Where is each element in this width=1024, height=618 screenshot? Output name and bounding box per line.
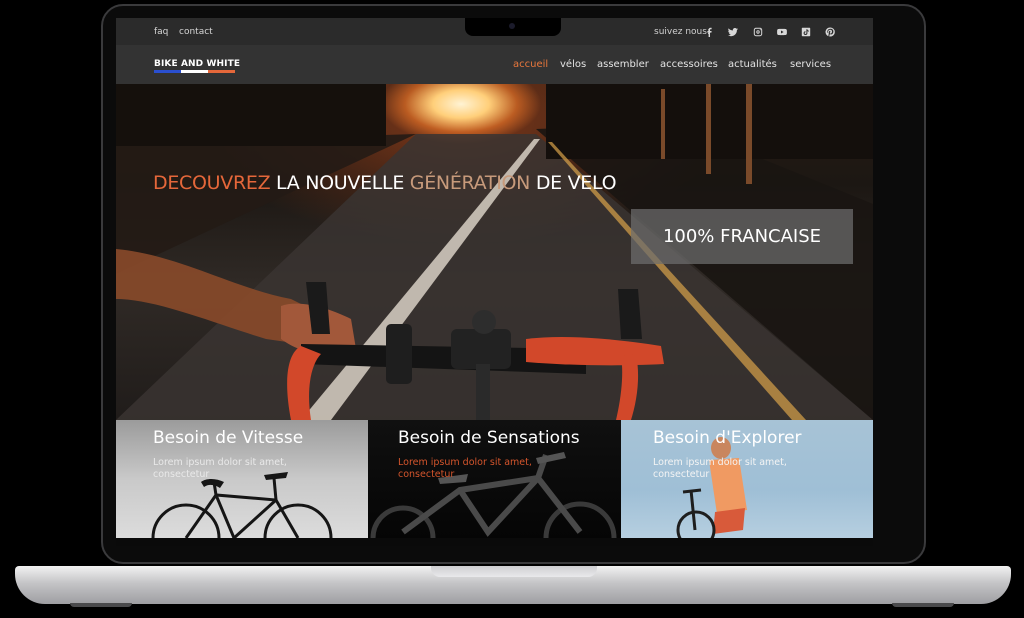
hero-headline-bike: DE VELO (530, 172, 617, 194)
nav-item-assembler[interactable]: assembler (597, 59, 649, 70)
laptop-foot-left (70, 603, 132, 607)
webcam-icon (509, 23, 515, 29)
nav-item-actualites[interactable]: actualités (728, 59, 777, 70)
tiktok-icon[interactable] (800, 26, 811, 37)
screen-bezel-bottom (116, 538, 873, 546)
card-title: Besoin d'Explorer (653, 428, 802, 448)
card-text: Lorem ipsum dolor sit amet, consectetur (153, 457, 287, 480)
nav-item-velos[interactable]: vélos (560, 59, 586, 70)
pinterest-icon[interactable] (824, 26, 835, 37)
camera-notch (465, 18, 561, 36)
nav-item-services[interactable]: services (790, 59, 831, 70)
hero-headline: DECOUVREZ LA NOUVELLE GÉNÉRATION DE VELO (153, 172, 617, 194)
nav-item-accessoires[interactable]: accessoires (660, 59, 718, 70)
main-navbar: BIKE AND WHITE accueil vélos assembler a… (116, 45, 873, 84)
instagram-icon[interactable] (752, 26, 763, 37)
faq-link[interactable]: faq (154, 27, 168, 37)
nav-item-accueil[interactable]: accueil (513, 59, 548, 70)
hero-banner: DECOUVREZ LA NOUVELLE GÉNÉRATION DE VELO… (116, 84, 873, 420)
made-in-france-badge: 100% FRANCAISE (631, 209, 853, 264)
twitter-icon[interactable] (727, 26, 738, 37)
youtube-icon[interactable] (776, 26, 787, 37)
logo-tricolor-bar (154, 70, 235, 73)
logo-bar-blue (154, 70, 181, 73)
card-text: Lorem ipsum dolor sit amet, consectetur (653, 457, 787, 480)
laptop-foot-right (892, 603, 954, 607)
contact-link[interactable]: contact (179, 27, 213, 37)
category-cards: Besoin de Vitesse Lorem ipsum dolor sit … (116, 420, 873, 538)
brand-logo[interactable]: BIKE AND WHITE (154, 59, 240, 69)
facebook-icon[interactable] (703, 26, 714, 37)
card-sensations[interactable]: Besoin de Sensations Lorem ipsum dolor s… (368, 420, 621, 538)
hero-headline-new: LA NOUVELLE (270, 172, 410, 194)
hero-headline-generation: GÉNÉRATION (409, 172, 531, 194)
card-vitesse[interactable]: Besoin de Vitesse Lorem ipsum dolor sit … (116, 420, 368, 538)
card-explorer[interactable]: Besoin d'Explorer Lorem ipsum dolor sit … (621, 420, 873, 538)
follow-label: suivez nous: (654, 27, 710, 37)
card-title: Besoin de Sensations (398, 428, 580, 448)
laptop-opening-notch (431, 566, 597, 577)
logo-bar-white (181, 70, 208, 73)
card-text: Lorem ipsum dolor sit amet, consectetur (398, 457, 532, 480)
badge-label: 100% FRANCAISE (662, 226, 822, 247)
card-title: Besoin de Vitesse (153, 428, 304, 448)
hero-headline-discover: DECOUVREZ (153, 172, 271, 194)
website-screen: faq contact suivez nous: BIKE AND WHITE … (116, 18, 873, 538)
logo-bar-orange (208, 70, 235, 73)
